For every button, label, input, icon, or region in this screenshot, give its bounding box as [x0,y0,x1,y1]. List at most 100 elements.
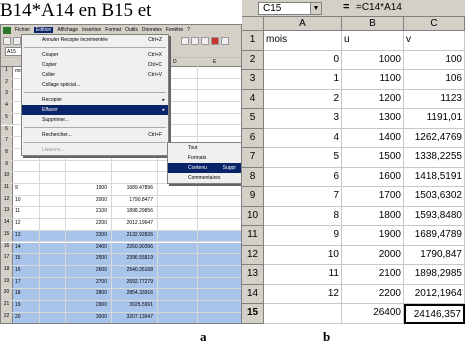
cell-b[interactable]: 2100 [65,208,107,214]
formula-input[interactable]: =C14*A14 [356,2,402,13]
row-header[interactable]: 14 [1,219,13,230]
menu-item[interactable]: Tout [168,143,241,153]
row-header[interactable]: 8 [1,148,13,160]
column-header-d[interactable]: D [173,59,177,65]
new-file-icon[interactable] [3,37,11,45]
cell-c[interactable]: 100 [404,50,465,70]
sum-icon[interactable] [181,37,189,45]
cell-b[interactable]: 1700 [342,187,404,207]
menu-item[interactable]: Commentaires [168,173,241,183]
name-box-dropdown-icon[interactable]: ▼ [310,3,321,14]
row-header[interactable]: 6 [1,125,13,137]
cell-c[interactable]: 1503,6302 [404,187,465,207]
cell-a[interactable] [264,304,342,324]
cell-a[interactable]: 15 [15,255,37,261]
row-header[interactable]: 12 [1,195,13,207]
cell-b[interactable]: 3000 [65,314,107,320]
cell-c[interactable]: 2854.33916 [111,290,153,296]
row-header[interactable]: 17 [1,254,13,265]
row-header[interactable]: 19 [1,277,13,289]
row-header[interactable]: 11 [242,226,264,246]
row-header[interactable]: 14 [242,284,264,304]
row-header[interactable]: 8 [242,167,264,187]
cell-c[interactable]: 2540.35168 [111,267,153,273]
row-header[interactable]: 21 [1,301,13,312]
cell-c[interactable]: 1689,4789 [404,226,465,246]
sort-icon[interactable] [201,37,209,45]
menu-item[interactable]: Liaisons... [22,145,168,155]
row-header[interactable]: 12 [242,245,264,265]
row-header[interactable]: 2 [1,78,13,90]
menu-fichier[interactable]: Fichier [15,27,30,33]
cell-c[interactable]: 1123 [404,89,465,109]
row-header[interactable]: 4 [242,89,264,109]
menu-item[interactable]: Coller Ctrl+V [22,70,168,80]
row-header[interactable]: 11 [1,184,13,195]
cell-b[interactable]: 1200 [342,89,404,109]
cell-c[interactable]: 2692.77279 [111,279,153,285]
cell-b[interactable]: 1000 [342,50,404,70]
row-header[interactable]: 5 [1,113,13,125]
cell-a[interactable]: 11 [264,265,342,285]
cell-b[interactable]: 2500 [65,255,107,261]
menu-item[interactable]: Collage spécial... [22,80,168,90]
row-header[interactable]: 20 [1,289,13,300]
cell-a[interactable]: 9 [15,185,37,191]
menu-item[interactable]: Formats [168,153,241,163]
row-header[interactable]: 6 [242,128,264,148]
cell-a[interactable]: 4 [264,128,342,148]
row-header[interactable]: 9 [1,160,13,172]
row-header[interactable]: 4 [1,102,13,113]
column-header-c[interactable]: C [404,17,465,31]
row-header[interactable]: 7 [1,137,13,148]
row-header[interactable]: 3 [1,90,13,102]
row-header[interactable]: 2 [242,50,264,70]
cell-a[interactable]: mois [264,31,342,51]
row-header[interactable]: 1 [1,67,13,78]
cell-a[interactable]: 0 [264,50,342,70]
cell-b[interactable]: 1900 [65,185,107,191]
cell-b[interactable]: 2700 [65,279,107,285]
menu-item[interactable]: Effacer ▸ [22,105,168,115]
cell-c[interactable]: 1262,4769 [404,128,465,148]
menu-outils[interactable]: Outils [125,27,138,33]
equals-button[interactable]: = [343,1,349,13]
row-header[interactable]: 13 [1,207,13,219]
cell-b[interactable]: 1400 [342,128,404,148]
cell-c[interactable]: 2012.19647 [111,220,153,226]
select-all-corner[interactable] [242,17,264,31]
column-header-b[interactable]: B [342,17,404,31]
row-header[interactable]: 16 [1,242,13,254]
cell-c[interactable]: 2260.90396 [111,244,153,250]
cell-b[interactable]: 2200 [342,284,404,304]
cell-a[interactable]: 18 [15,290,37,296]
cell-b[interactable]: 1100 [342,70,404,90]
menu-item[interactable]: Supprimer... [22,115,168,125]
row-header[interactable]: 15 [1,230,13,242]
menu-edition[interactable]: Edition [34,27,54,33]
menu-item[interactable]: Couper Ctrl+X [22,50,168,60]
cell-c[interactable]: 1338,2255 [404,148,465,168]
function-icon[interactable] [191,37,199,45]
menu-help[interactable]: ? [187,27,190,33]
cell-a[interactable]: 5 [264,148,342,168]
cell-a[interactable]: 3 [264,109,342,129]
row-header[interactable]: 7 [242,148,264,168]
menu-fenetre[interactable]: Fenêtre [166,27,183,33]
menu-item[interactable]: Annuler Recopie incrémentée Ctrl+Z [22,35,168,45]
cell-b[interactable]: 2000 [65,197,107,203]
row-header[interactable]: 13 [242,265,264,285]
menu-donnees[interactable]: Données [142,27,162,33]
row-header[interactable]: 22 [1,312,13,323]
cell-a[interactable]: 2 [264,89,342,109]
cell-a[interactable]: 20 [15,314,37,320]
cell-a[interactable]: 19 [15,302,37,308]
menu-insertion[interactable]: Insertion [82,27,101,33]
chart-wizard-icon[interactable] [211,37,219,45]
cell-c[interactable]: 3025.5991 [111,302,153,308]
cell-c[interactable]: 1790,847 [404,245,465,265]
cell-b[interactable]: 26400 [342,304,404,324]
row-header[interactable]: 5 [242,109,264,129]
menu-item[interactable]: Rechercher... Ctrl+F [22,130,168,140]
row-header[interactable]: 3 [242,70,264,90]
